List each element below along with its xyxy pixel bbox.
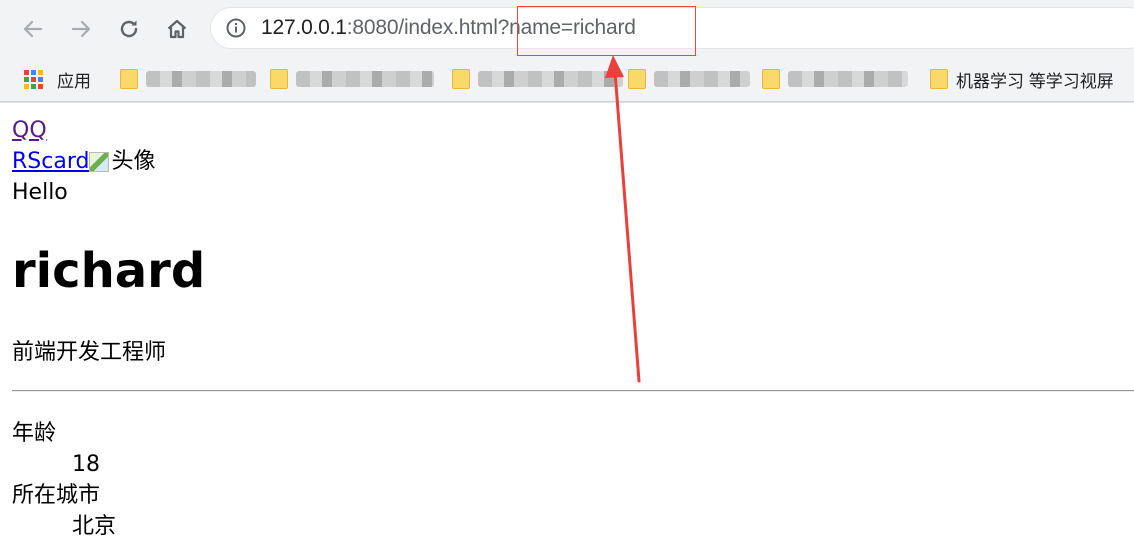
arrow-left-icon	[23, 20, 43, 38]
reload-icon	[120, 20, 138, 38]
rscard-line: RScard 头像	[12, 147, 155, 177]
apps-grid-icon	[24, 69, 43, 89]
detail-term-age: 年龄	[12, 421, 57, 446]
avatar: 头像	[89, 147, 155, 177]
folder-icon	[270, 69, 288, 89]
greeting: Hello	[12, 180, 68, 205]
url-query-highlight	[517, 6, 696, 56]
bookmark-apps-label: 应用	[57, 71, 91, 91]
info-icon[interactable]	[225, 17, 247, 39]
forward-button[interactable]	[66, 14, 96, 44]
folder-icon	[930, 69, 948, 89]
rscard-link[interactable]: RScard	[12, 149, 89, 174]
detail-value-city: 北京	[72, 514, 117, 537]
bookmark-folder-2[interactable]	[270, 66, 434, 92]
blurred-bookmark-label	[296, 71, 434, 87]
folder-icon	[120, 69, 138, 89]
arrow-right-icon	[71, 20, 91, 38]
avatar-alt-text: 头像	[111, 149, 156, 174]
bookmark-folder-4[interactable]	[628, 66, 750, 92]
blurred-bookmark-label	[788, 71, 908, 87]
reload-button[interactable]	[114, 14, 144, 44]
divider	[12, 390, 1134, 392]
detail-term-city: 所在城市	[12, 483, 101, 508]
page-title: richard	[12, 243, 206, 299]
folder-icon	[762, 69, 780, 89]
bookmark-folder-5[interactable]	[762, 66, 908, 92]
url-host: 127.0.0.1	[261, 16, 347, 39]
blurred-bookmark-label	[654, 71, 750, 87]
detail-value-age: 18	[72, 452, 100, 477]
job-title: 前端开发工程师	[12, 340, 167, 365]
bookmark-folder-3[interactable]	[452, 66, 623, 92]
page-viewport: QQ RScard 头像 Hello richard 前端开发工程师 年龄 18 …	[0, 103, 1134, 537]
back-button[interactable]	[18, 14, 48, 44]
folder-icon	[628, 69, 646, 89]
folder-icon	[452, 69, 470, 89]
bookmark-folder-1[interactable]	[120, 66, 256, 92]
qq-link[interactable]: QQ	[12, 116, 47, 146]
blurred-bookmark-label	[146, 71, 256, 87]
bookmarks-bar: 应用 机器学习 等学习视屏	[0, 57, 1134, 102]
bookmark-folder-ml[interactable]: 机器学习 等学习视屏	[930, 66, 1114, 92]
home-icon	[167, 19, 187, 39]
bookmark-ml-label: 机器学习 等学习视屏	[956, 71, 1114, 91]
broken-image-icon	[89, 152, 110, 172]
blurred-bookmark-label	[478, 71, 623, 87]
bookmark-apps[interactable]: 应用	[24, 66, 91, 92]
home-button[interactable]	[162, 14, 192, 44]
